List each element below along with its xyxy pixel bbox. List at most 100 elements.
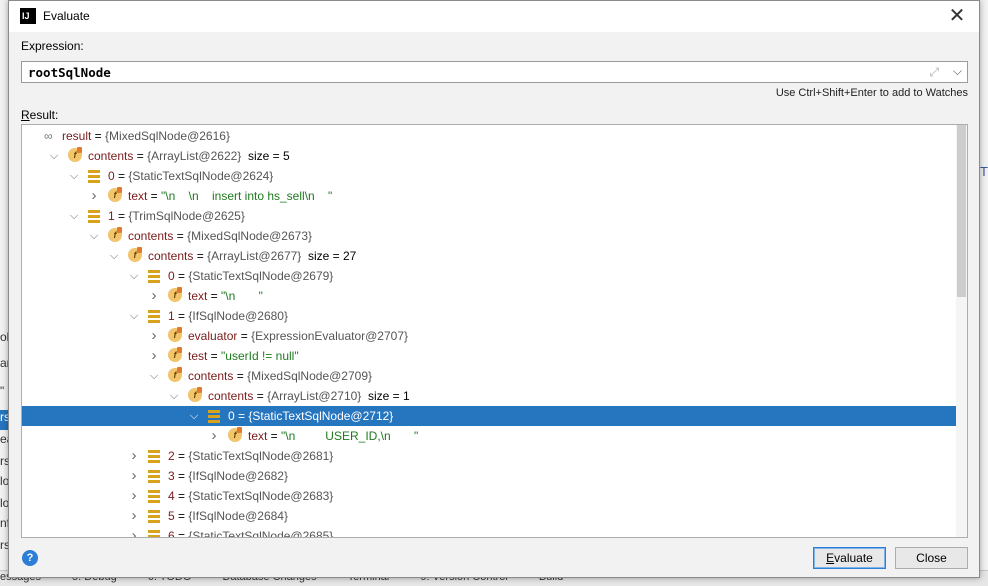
result-label: Result: — [21, 108, 58, 122]
chevron-down-icon[interactable]: ⌵ — [68, 166, 80, 186]
tree-row[interactable]: › 3 = {IfSqlNode@2682} — [22, 466, 957, 486]
title-bar[interactable]: IJ Evaluate ✕ — [9, 1, 979, 32]
chevron-down-icon[interactable]: ⌵ — [48, 146, 60, 166]
variable-type: {StaticTextSqlNode@2685} — [188, 529, 334, 538]
tree-row[interactable]: › f evaluator = {ExpressionEvaluator@2707} — [22, 326, 957, 346]
equals-sign: = — [173, 229, 188, 243]
variable-name: 1 — [168, 309, 175, 323]
chevron-down-icon[interactable]: ⌵ — [108, 246, 120, 266]
tree-row-text: result = {MixedSqlNode@2616} — [62, 126, 230, 146]
tree-row[interactable]: › 2 = {StaticTextSqlNode@2681} — [22, 446, 957, 466]
tree-row[interactable]: ⌵ 0 = {StaticTextSqlNode@2679} — [22, 266, 957, 286]
variable-name: 0 — [228, 409, 235, 423]
field-icon: f — [228, 427, 242, 442]
equals-sign: = — [234, 409, 249, 423]
variable-name: contents — [148, 249, 194, 263]
field-icon: f — [168, 287, 182, 302]
chevron-down-icon[interactable]: ⌵ — [953, 64, 962, 79]
expression-input[interactable] — [28, 63, 908, 81]
tree-row[interactable]: › 6 = {StaticTextSqlNode@2685} — [22, 526, 957, 538]
tree-row-text: test = "userId != null" — [188, 346, 299, 366]
tree-row[interactable]: ⌵ f contents = {MixedSqlNode@2709} — [22, 366, 957, 386]
tree-row-text: 0 = {StaticTextSqlNode@2712} — [228, 406, 393, 426]
field-icon: f — [188, 387, 202, 402]
chevron-right-icon[interactable]: › — [148, 346, 160, 366]
equals-sign: = — [133, 149, 148, 163]
chevron-right-icon[interactable]: › — [128, 466, 140, 486]
variable-type: {StaticTextSqlNode@2712} — [248, 409, 394, 423]
equals-sign: = — [237, 329, 252, 343]
chevron-right-icon[interactable]: › — [148, 326, 160, 346]
array-element-icon — [88, 210, 100, 223]
chevron-right-icon[interactable]: › — [128, 486, 140, 506]
equals-sign: = — [174, 489, 189, 503]
tree-row[interactable]: ⌵ f contents = {MixedSqlNode@2673} — [22, 226, 957, 246]
tree-row[interactable]: ⌵ 1 = {TrimSqlNode@2625} — [22, 206, 957, 226]
close-icon[interactable]: ✕ — [945, 5, 969, 27]
result-tree[interactable]: › 6 = {StaticTextSqlNode@2685} › 5 = {IfSql… — [21, 124, 968, 538]
chevron-right-icon[interactable]: › — [128, 446, 140, 466]
help-icon[interactable]: ? — [22, 550, 38, 566]
scrollbar-thumb[interactable] — [957, 125, 966, 297]
field-icon: f — [108, 187, 122, 202]
field-icon: f — [168, 347, 182, 362]
expression-field[interactable]: ⤢ ⌵ — [21, 61, 968, 83]
tree-row-text: text = "\n \n insert into hs_sell\n " — [128, 186, 332, 206]
evaluate-button[interactable]: Evaluate — [813, 547, 886, 569]
equals-sign: = — [207, 289, 222, 303]
tree-row[interactable]: ∞ result = {MixedSqlNode@2616} — [22, 126, 957, 146]
variable-type: {TrimSqlNode@2625} — [128, 209, 245, 223]
tree-row[interactable]: › f text = "\n \n insert into hs_sell\n " — [22, 186, 957, 206]
chevron-right-icon[interactable]: › — [128, 506, 140, 526]
variable-type: {MixedSqlNode@2616} — [105, 129, 230, 143]
chevron-right-icon[interactable]: › — [208, 426, 220, 446]
variable-name: contents — [128, 229, 174, 243]
tree-row[interactable]: › f text = "\n USER_ID,\n " — [22, 426, 957, 446]
tree-row-text: contents = {MixedSqlNode@2673} — [128, 226, 312, 246]
expand-icon[interactable]: ⤢ — [929, 65, 939, 80]
chevron-right-icon[interactable]: › — [88, 186, 100, 206]
vertical-scrollbar[interactable] — [956, 125, 967, 537]
intellij-app-icon: IJ — [20, 8, 36, 24]
variable-name: 6 — [168, 529, 175, 538]
tree-row-text: 4 = {StaticTextSqlNode@2683} — [168, 486, 333, 506]
equals-sign: = — [174, 469, 189, 483]
variable-type: {MixedSqlNode@2673} — [187, 229, 312, 243]
array-element-icon — [88, 170, 100, 183]
tree-row[interactable]: › 4 = {StaticTextSqlNode@2683} — [22, 486, 957, 506]
equals-sign: = — [91, 129, 106, 143]
chevron-down-icon[interactable]: ⌵ — [128, 306, 140, 326]
variable-type: {ArrayList@2622} — [147, 149, 242, 163]
chevron-right-icon[interactable]: › — [148, 286, 160, 306]
tree-row[interactable]: ⌵ 1 = {IfSqlNode@2680} — [22, 306, 957, 326]
chevron-down-icon[interactable]: ⌵ — [128, 266, 140, 286]
chevron-down-icon[interactable]: ⌵ — [148, 366, 160, 386]
tree-row[interactable]: ⌵ 0 = {StaticTextSqlNode@2624} — [22, 166, 957, 186]
tree-row[interactable]: ⌵ f contents = {ArrayList@2710} size = 1 — [22, 386, 957, 406]
tree-row-text: 1 = {TrimSqlNode@2625} — [108, 206, 245, 226]
chevron-down-icon[interactable]: ⌵ — [88, 226, 100, 246]
chevron-down-icon[interactable]: ⌵ — [168, 386, 180, 406]
close-button[interactable]: Close — [895, 547, 968, 569]
tree-row[interactable]: ⌵ f contents = {ArrayList@2622} size = 5 — [22, 146, 957, 166]
tree-row[interactable]: ⌵ f contents = {ArrayList@2677} size = 27 — [22, 246, 957, 266]
chevron-down-icon[interactable]: ⌵ — [188, 406, 200, 426]
string-value: "\n \n insert into hs_sell\n " — [161, 189, 333, 203]
tree-row[interactable]: › f test = "userId != null" — [22, 346, 957, 366]
variable-type: {StaticTextSqlNode@2624} — [128, 169, 274, 183]
tree-row[interactable]: › f text = "\n " — [22, 286, 957, 306]
variable-name: contents — [208, 389, 254, 403]
variable-name: 5 — [168, 509, 175, 523]
tree-row[interactable]: ⌵ 0 = {StaticTextSqlNode@2712} — [22, 406, 957, 426]
chevron-right-icon[interactable]: › — [128, 526, 140, 537]
string-value: "\n " — [221, 289, 263, 303]
variable-name: 3 — [168, 469, 175, 483]
ide-right-item: T — [980, 164, 988, 179]
chevron-down-icon[interactable]: ⌵ — [68, 206, 80, 226]
collection-size: size = 27 — [301, 249, 357, 263]
tree-row[interactable]: › 5 = {IfSqlNode@2684} — [22, 506, 957, 526]
equals-sign: = — [174, 509, 189, 523]
collection-size: size = 5 — [241, 149, 290, 163]
array-element-icon — [148, 470, 160, 483]
variable-type: {StaticTextSqlNode@2683} — [188, 489, 334, 503]
